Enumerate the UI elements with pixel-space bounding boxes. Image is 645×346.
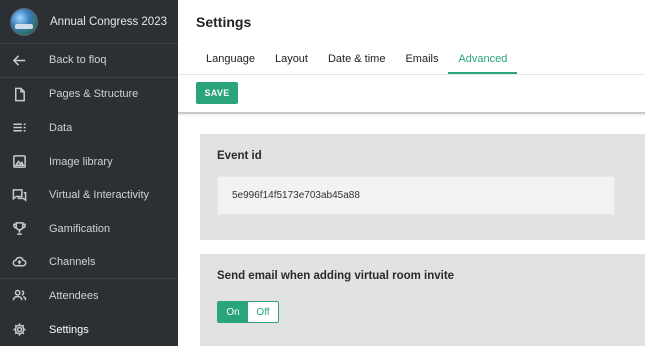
- tab-date-time[interactable]: Date & time: [318, 45, 395, 74]
- tab-advanced[interactable]: Advanced: [448, 45, 518, 74]
- settings-tabs: Language Layout Date & time Emails Advan…: [196, 45, 518, 74]
- event-logo: [10, 7, 38, 36]
- event-id-label: Event id: [217, 150, 262, 162]
- sidebar-item-label: Attendees: [49, 289, 99, 302]
- sidebar-item-attendees[interactable]: Attendees: [0, 279, 178, 313]
- sidebar-item-label: Channels: [49, 255, 96, 268]
- sidebar-item-virtual[interactable]: Virtual & Interactivity: [0, 178, 178, 212]
- sidebar-item-data[interactable]: Data: [0, 111, 178, 145]
- sidebar-item-label: Gamification: [49, 222, 111, 235]
- trophy-icon: [11, 221, 27, 237]
- settings-content: Event id 5e996f14f5173e703ab45a88 Send e…: [178, 116, 645, 346]
- image-icon: [11, 154, 27, 170]
- sidebar: Annual Congress 2023 Back to floq Pages …: [0, 0, 178, 346]
- sidebar-item-label: Settings: [49, 323, 89, 336]
- sidebar-item-image-library[interactable]: Image library: [0, 145, 178, 179]
- settings-header: Settings Language Layout Date & time Ema…: [178, 0, 645, 114]
- sidebar-item-label: Image library: [49, 155, 113, 168]
- event-id-field[interactable]: 5e996f14f5173e703ab45a88: [217, 176, 615, 215]
- sidebar-item-settings[interactable]: Settings: [0, 313, 178, 346]
- tab-language[interactable]: Language: [196, 45, 265, 74]
- virtual-invite-label: Send email when adding virtual room invi…: [217, 270, 455, 282]
- people-icon: [11, 288, 27, 304]
- event-title: Annual Congress 2023: [50, 15, 167, 28]
- virtual-invite-toggle: On Off: [217, 301, 279, 323]
- virtual-invite-card: Send email when adding virtual room invi…: [200, 254, 645, 346]
- sidebar-item-pages[interactable]: Pages & Structure: [0, 78, 178, 112]
- tab-layout[interactable]: Layout: [265, 45, 318, 74]
- page-title: Settings: [196, 14, 252, 30]
- chat-icon: [11, 187, 27, 203]
- cloud-upload-icon: [11, 254, 27, 270]
- sidebar-item-label: Pages & Structure: [49, 88, 139, 101]
- list-icon: [11, 120, 27, 136]
- event-id-card: Event id 5e996f14f5173e703ab45a88: [200, 134, 645, 240]
- sidebar-item-gamification[interactable]: Gamification: [0, 212, 178, 246]
- sidebar-item-label: Virtual & Interactivity: [49, 189, 150, 202]
- tab-emails[interactable]: Emails: [395, 45, 448, 74]
- main-area: Settings Language Layout Date & time Ema…: [178, 0, 645, 346]
- tabs-divider: [178, 74, 645, 75]
- toggle-on-option[interactable]: On: [218, 302, 248, 322]
- arrow-left-icon: [11, 52, 27, 68]
- toggle-off-option[interactable]: Off: [248, 302, 278, 322]
- save-button[interactable]: SAVE: [196, 82, 238, 104]
- sidebar-item-label: Data: [49, 121, 73, 134]
- sidebar-item-label: Back to floq: [49, 54, 107, 67]
- sidebar-item-channels[interactable]: Channels: [0, 246, 178, 280]
- page-icon: [11, 86, 27, 102]
- gear-icon: [11, 322, 27, 338]
- sidebar-header: Annual Congress 2023: [0, 0, 178, 44]
- sidebar-item-back[interactable]: Back to floq: [0, 44, 178, 78]
